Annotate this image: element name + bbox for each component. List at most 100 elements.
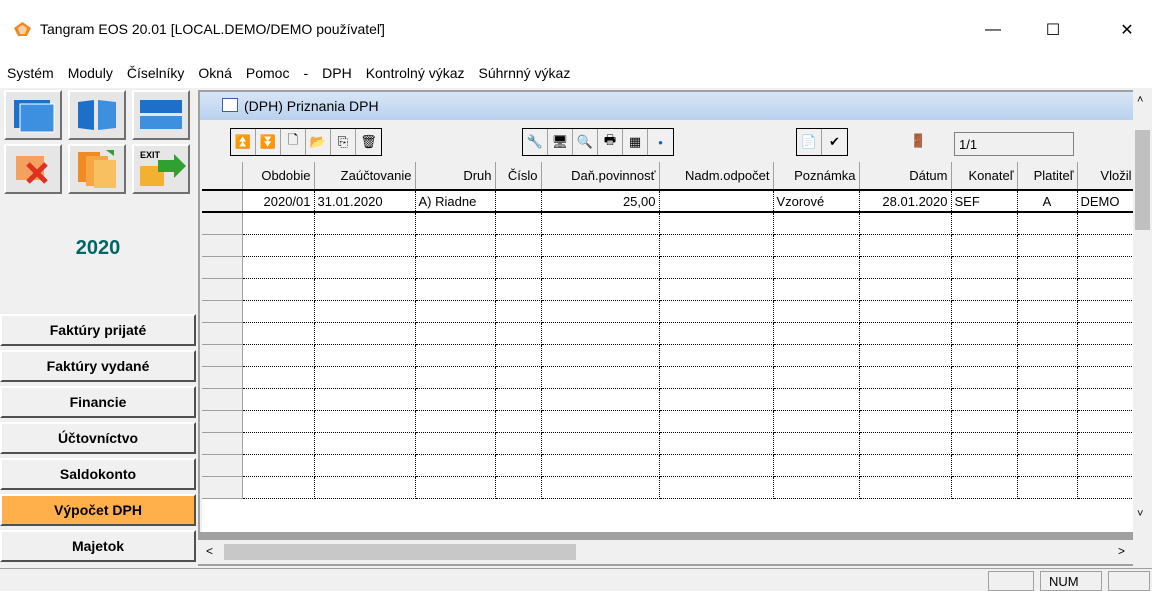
grid-cell[interactable] xyxy=(242,344,315,367)
table-row-empty[interactable] xyxy=(202,366,1136,389)
menu-dph[interactable]: DPH xyxy=(322,65,352,81)
grid-cell[interactable] xyxy=(495,278,542,301)
cell-poznamka[interactable]: Vzorové xyxy=(773,189,860,213)
grid-cell[interactable] xyxy=(495,344,542,367)
tile-horizontal-button[interactable] xyxy=(132,90,190,140)
grid-cell[interactable] xyxy=(541,212,660,235)
grid-cell[interactable] xyxy=(415,234,496,257)
copy-record-button[interactable]: ⎘ xyxy=(331,129,356,155)
grid-cell[interactable] xyxy=(242,366,315,389)
document-button[interactable]: 📄 xyxy=(797,129,822,155)
table-row-empty[interactable] xyxy=(202,256,1136,279)
grid-cell[interactable] xyxy=(951,366,1018,389)
col-header-nadm-odpocet[interactable]: Nadm.odpočet xyxy=(659,162,774,191)
grid-cell[interactable] xyxy=(415,432,496,455)
row-indicator[interactable] xyxy=(202,388,243,411)
grid-cell[interactable] xyxy=(314,278,416,301)
grid-cell[interactable] xyxy=(951,256,1018,279)
grid-cell[interactable] xyxy=(859,410,952,433)
table-row-empty[interactable] xyxy=(202,344,1136,367)
grid-cell[interactable] xyxy=(314,432,416,455)
grid-cell[interactable] xyxy=(415,366,496,389)
grid-cell[interactable] xyxy=(773,212,860,235)
module-financie[interactable]: Financie xyxy=(0,386,196,418)
col-header-platitel[interactable]: Platiteľ xyxy=(1017,162,1078,191)
grid-cell[interactable] xyxy=(773,388,860,411)
grid-cell[interactable] xyxy=(859,234,952,257)
grid-cell[interactable] xyxy=(1077,454,1136,477)
grid-cell[interactable] xyxy=(1077,212,1136,235)
grid-cell[interactable] xyxy=(951,300,1018,323)
grid-cell[interactable] xyxy=(541,410,660,433)
grid-cell[interactable] xyxy=(541,366,660,389)
grid-cell[interactable] xyxy=(859,278,952,301)
grid-cell[interactable] xyxy=(859,366,952,389)
col-header-poznamka[interactable]: Poznámka xyxy=(773,162,860,191)
cell-platitel[interactable]: A xyxy=(1017,189,1078,213)
grid-cell[interactable] xyxy=(659,476,774,499)
grid-cell[interactable] xyxy=(773,476,860,499)
grid-cell[interactable] xyxy=(314,256,416,279)
menu-pomoc[interactable]: Pomoc xyxy=(246,65,290,81)
grid-cell[interactable] xyxy=(659,388,774,411)
tile-vertical-button[interactable] xyxy=(68,90,126,140)
vertical-scroll-thumb[interactable] xyxy=(1135,130,1150,230)
grid-cell[interactable] xyxy=(1077,256,1136,279)
grid-cell[interactable] xyxy=(773,300,860,323)
spellcheck-button[interactable]: ✔ xyxy=(822,129,847,155)
grid-cell[interactable] xyxy=(1017,300,1078,323)
grid-cell[interactable] xyxy=(951,344,1018,367)
col-header-dan-povinnost[interactable]: Daň.povinnosť xyxy=(541,162,660,191)
open-record-button[interactable]: 📂 xyxy=(306,129,331,155)
grid-cell[interactable] xyxy=(1077,322,1136,345)
grid-cell[interactable] xyxy=(314,234,416,257)
settings-button[interactable]: 🔧 xyxy=(523,129,548,155)
grid-cell[interactable] xyxy=(541,344,660,367)
grid-cell[interactable] xyxy=(242,212,315,235)
grid-cell[interactable] xyxy=(659,432,774,455)
grid-cell[interactable] xyxy=(242,388,315,411)
grid-cell[interactable] xyxy=(314,300,416,323)
row-indicator[interactable] xyxy=(202,344,243,367)
grid-cell[interactable] xyxy=(773,278,860,301)
col-header-vlozil[interactable]: Vložil xyxy=(1077,162,1136,191)
row-indicator[interactable] xyxy=(202,300,243,323)
grid-cell[interactable] xyxy=(541,300,660,323)
grid-cell[interactable] xyxy=(314,476,416,499)
grid-cell[interactable] xyxy=(242,432,315,455)
grid-cell[interactable] xyxy=(659,344,774,367)
cell-obdobie[interactable]: 2020/01 xyxy=(242,189,315,213)
grid-cell[interactable] xyxy=(1017,454,1078,477)
grid-cell[interactable] xyxy=(659,212,774,235)
first-record-button[interactable]: ⏫ xyxy=(231,129,256,155)
grid-cell[interactable] xyxy=(242,410,315,433)
scroll-down-icon[interactable]: ˅ xyxy=(1137,508,1143,520)
grid-cell[interactable] xyxy=(951,322,1018,345)
grid-cell[interactable] xyxy=(314,366,416,389)
grid-cell[interactable] xyxy=(541,234,660,257)
row-indicator[interactable] xyxy=(202,454,243,477)
grid-cell[interactable] xyxy=(773,454,860,477)
grid-cell[interactable] xyxy=(1017,234,1078,257)
grid-cell[interactable] xyxy=(1077,476,1136,499)
row-indicator[interactable] xyxy=(202,278,243,301)
grid-cell[interactable] xyxy=(415,388,496,411)
grid-cell[interactable] xyxy=(495,410,542,433)
table-row-empty[interactable] xyxy=(202,476,1136,499)
module-uctovnictvo[interactable]: Účtovníctvo xyxy=(0,422,196,454)
grid-cell[interactable] xyxy=(951,278,1018,301)
grid-cell[interactable] xyxy=(242,256,315,279)
scroll-left-icon[interactable]: < xyxy=(206,544,213,558)
grid-cell[interactable] xyxy=(1077,300,1136,323)
cascade-windows-button[interactable] xyxy=(4,90,62,140)
grid-cell[interactable] xyxy=(659,300,774,323)
grid-cell[interactable] xyxy=(1017,344,1078,367)
grid-cell[interactable] xyxy=(773,432,860,455)
col-header-obdobie[interactable]: Obdobie xyxy=(242,162,315,191)
grid-cell[interactable] xyxy=(1017,322,1078,345)
cell-druh[interactable]: A) Riadne xyxy=(415,189,496,213)
grid-cell[interactable] xyxy=(773,410,860,433)
scroll-up-icon[interactable]: ˄ xyxy=(1137,94,1143,106)
view-button[interactable]: 🖥 xyxy=(548,129,573,155)
last-record-button[interactable]: ⏬ xyxy=(256,129,281,155)
